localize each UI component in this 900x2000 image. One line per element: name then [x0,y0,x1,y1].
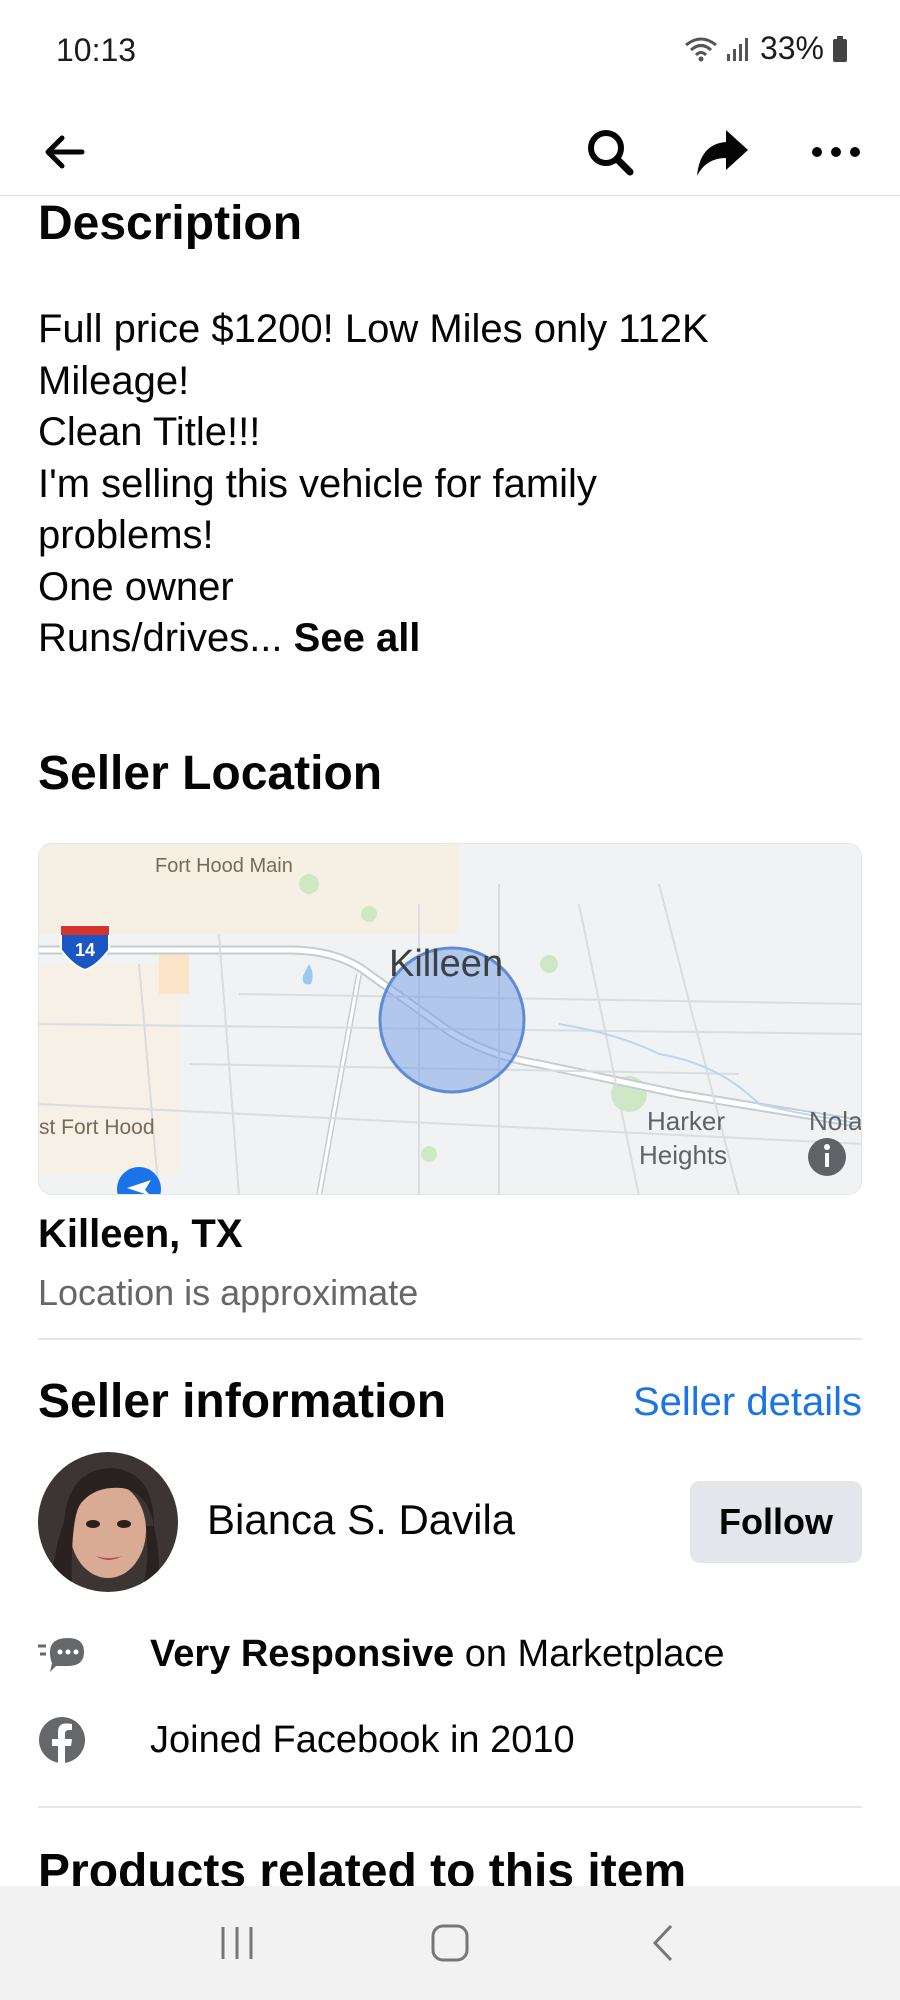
related-products-title: Products related to this item [38,1845,687,1886]
joined-text: Joined Facebook in 2010 [150,1718,575,1761]
signal-icon [726,37,748,61]
map-label-west-fort-hood: st Fort Hood [39,1116,155,1139]
share-icon [697,130,748,176]
map-label-harker: Harker [647,1106,725,1136]
follow-button[interactable]: Follow [690,1481,862,1563]
description-text: Full price $1200! Low Miles only 112K Mi… [38,304,838,665]
responsiveness-row: Very Responsive on Marketplace [38,1630,725,1678]
recent-apps-icon [221,1927,253,1959]
recent-apps-button[interactable] [197,1913,277,1973]
chat-bubble-icon [38,1630,86,1678]
more-options-button[interactable] [804,120,868,184]
location-map[interactable]: Fort Hood Main 14 Killeen st Fort Hood H… [38,843,862,1195]
share-button[interactable] [690,120,754,184]
responsive-suffix: on Marketplace [454,1632,725,1675]
facebook-icon [38,1716,86,1764]
seller-info-title: Seller information [38,1375,447,1428]
back-button[interactable] [32,120,96,184]
location-city: Killeen, TX [38,1212,243,1256]
system-nav-bar [0,1886,900,2000]
home-icon [431,1924,469,1962]
chevron-left-icon [653,1924,673,1962]
home-button[interactable] [410,1913,490,1973]
status-time: 10:13 [56,32,137,68]
back-arrow-icon [45,135,85,169]
status-bar: 10:13 33% [0,0,900,100]
battery-percent: 33% [759,30,824,66]
top-nav [0,100,900,196]
see-all-link[interactable]: See all [294,616,421,660]
map-label-nolanville: Nola [809,1106,862,1136]
divider [38,1806,862,1808]
joined-row: Joined Facebook in 2010 [38,1716,575,1764]
more-icon [812,147,860,157]
wifi-icon [685,37,717,61]
search-button[interactable] [578,120,642,184]
map-label-interstate: 14 [75,940,95,960]
search-icon [588,130,634,176]
map-label-heights: Heights [639,1140,727,1170]
battery-icon [833,35,847,62]
map-info-icon[interactable] [808,1138,846,1176]
map-label-killeen: Killeen [389,943,503,985]
divider [38,1338,862,1340]
description-title: Description [38,197,303,250]
seller-details-link[interactable]: Seller details [633,1380,862,1425]
seller-name[interactable]: Bianca S. Davila [207,1496,515,1544]
system-back-button[interactable] [623,1913,703,1973]
description-body: Full price $1200! Low Miles only 112K Mi… [38,307,709,660]
listing-content[interactable]: Description Full price $1200! Low Miles … [0,196,900,1886]
status-icons: 33% [684,30,848,67]
responsive-label: Very Responsive [150,1632,455,1675]
seller-location-title: Seller Location [38,747,383,800]
location-note: Location is approximate [38,1272,419,1313]
map-label-fort-hood: Fort Hood Main [155,855,293,877]
seller-avatar[interactable] [38,1452,178,1592]
